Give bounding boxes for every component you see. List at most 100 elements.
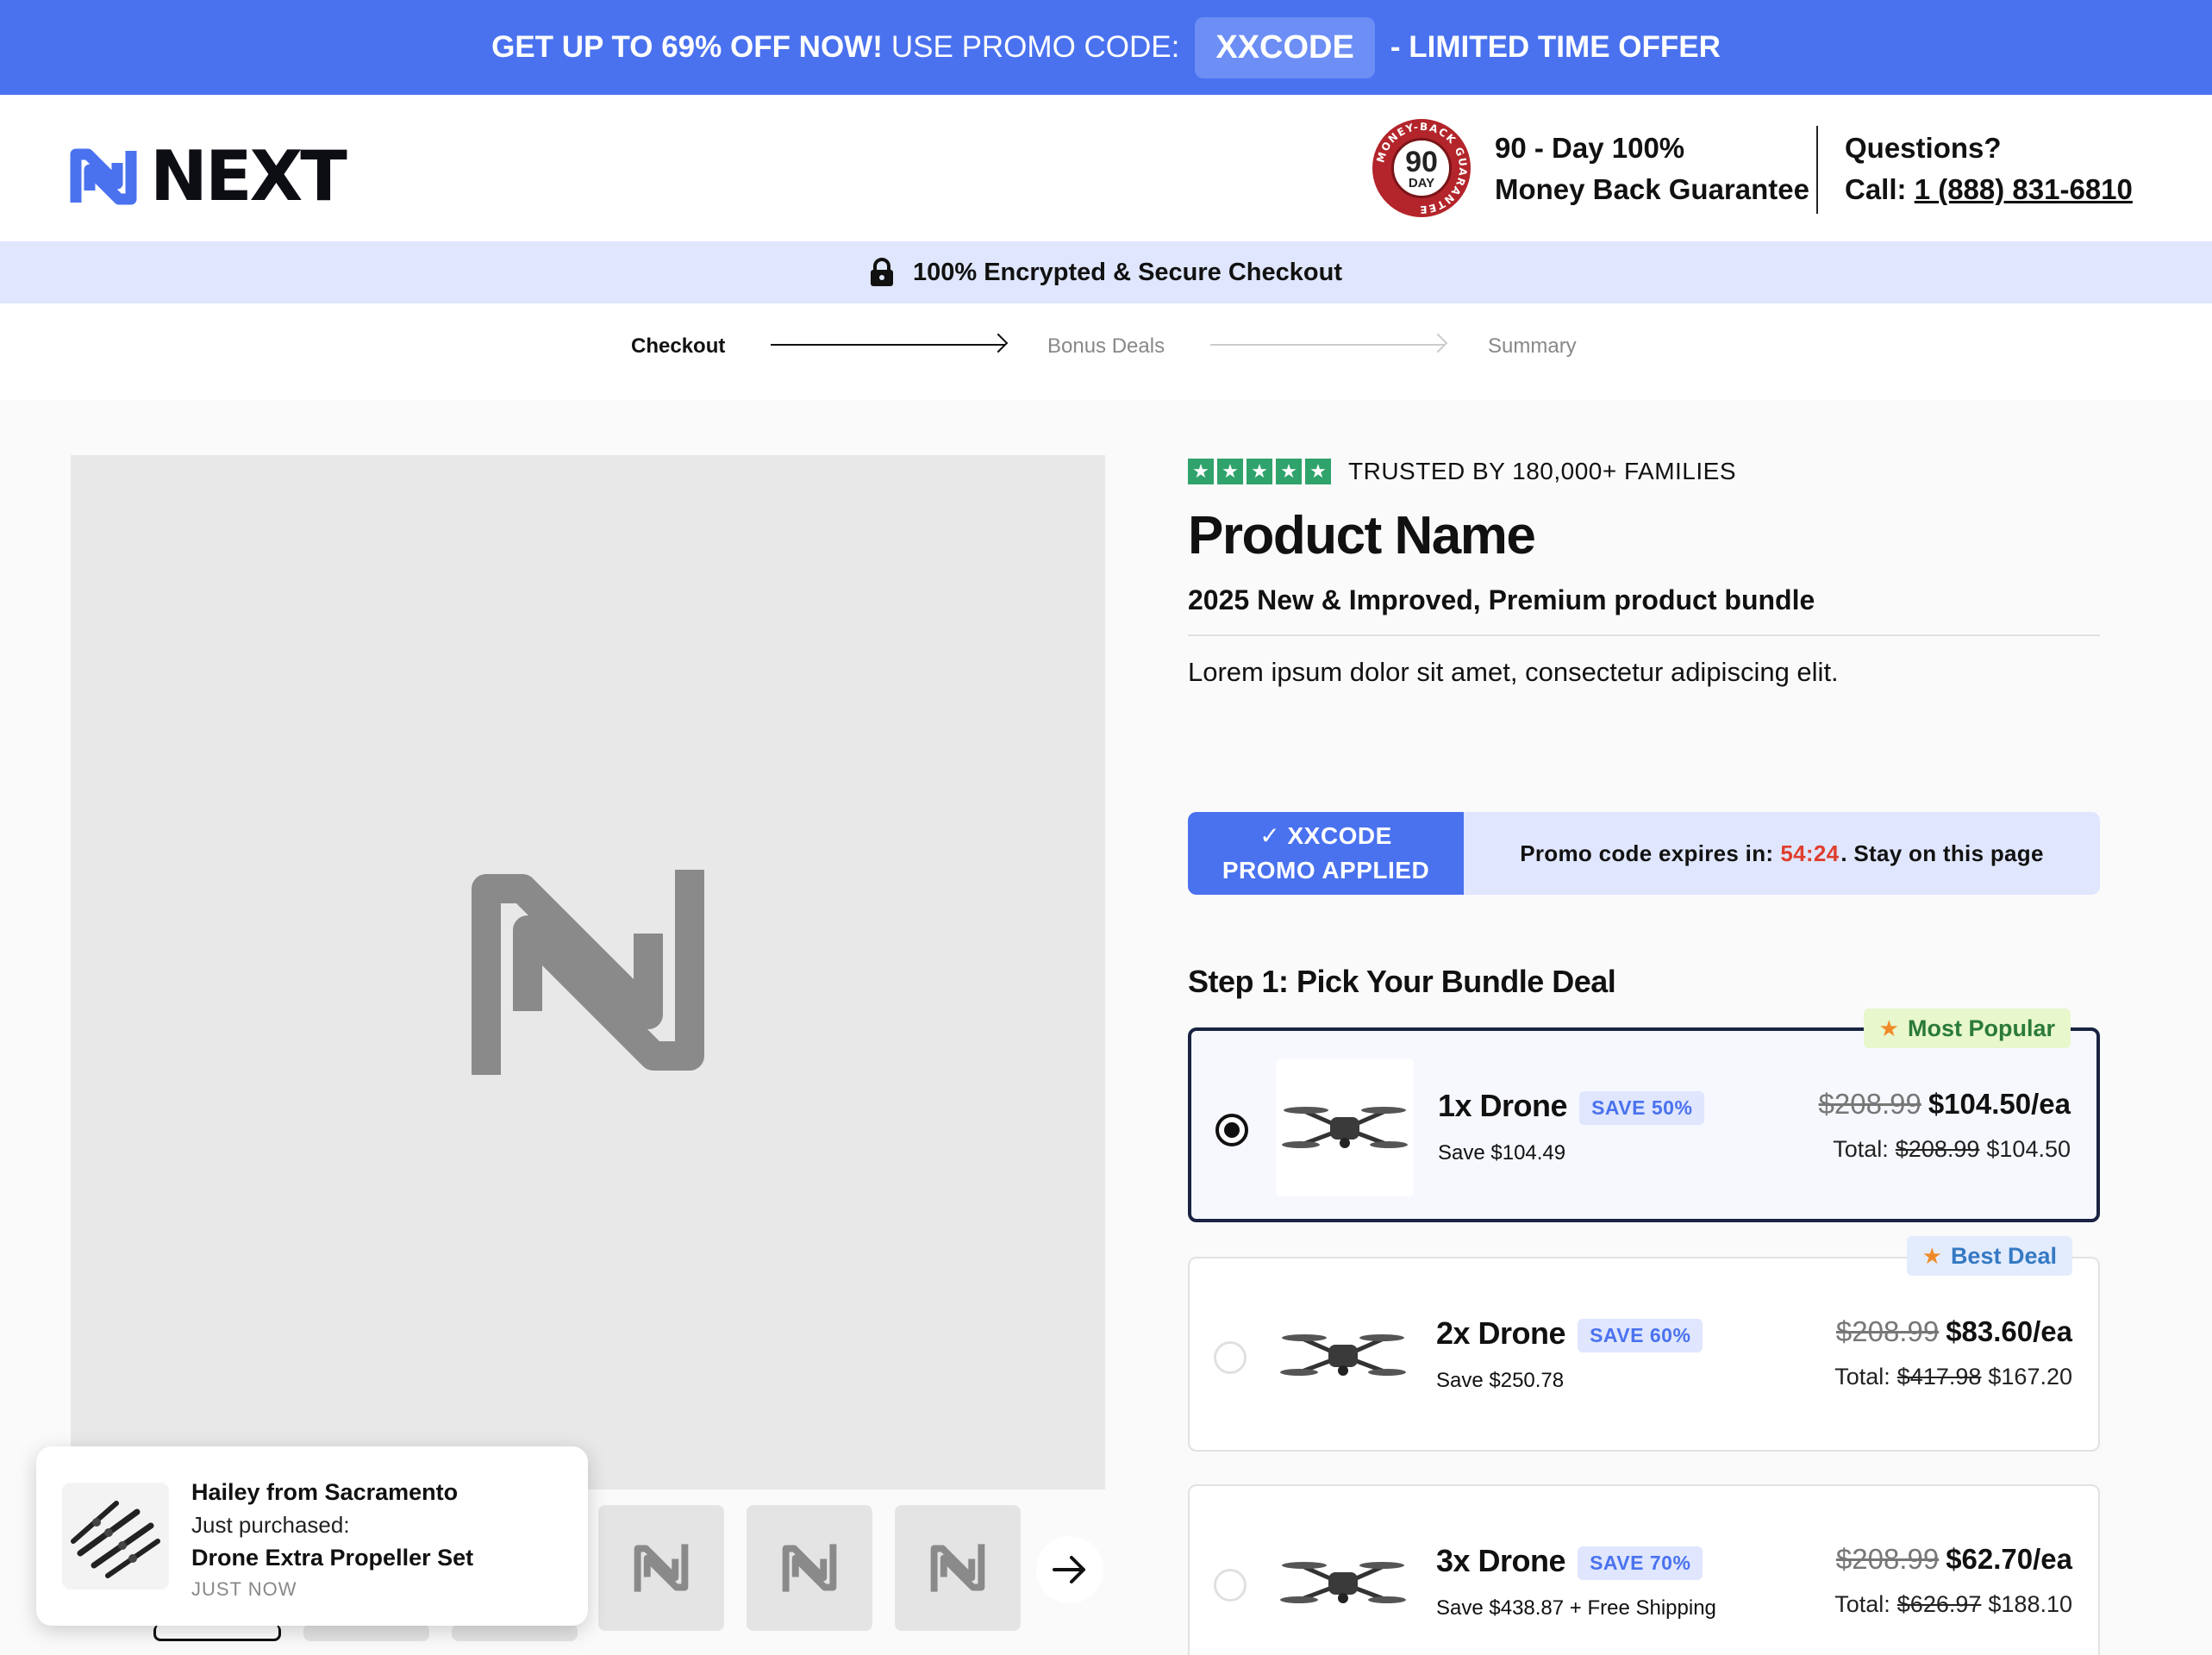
placeholder-logo-icon [472,870,704,1075]
toast-time: JUST NOW [191,1578,297,1600]
save-badge: SAVE 70% [1578,1546,1703,1580]
bundle-savings: Save $104.49 [1438,1141,1566,1165]
secure-text: 100% Encrypted & Secure Checkout [912,258,1342,286]
promo-applied-code: ✓ XXCODE [1259,822,1392,849]
drone-icon [1280,1562,1406,1603]
drone-icon [1280,1334,1406,1376]
seal-ring-text: MONEY-BACK GUARANTEE [1374,121,1469,215]
step-arrow-1 [771,344,1005,346]
promo-applied-badge: ✓ XXCODE PROMO APPLIED [1188,812,1464,895]
phone-link[interactable]: 1 (888) 831-6810 [1915,173,2133,205]
product-tagline: 2025 New & Improved, Premium product bun… [1188,581,2100,636]
call-label: Call: [1845,173,1907,205]
rating-stars: ★ ★ ★ ★ ★ [1188,459,1331,484]
logo-text: NEXT [150,136,347,216]
brand-logo[interactable]: NEXT [69,136,347,216]
ribbon-label: Most Popular [1907,1015,2055,1041]
product-details: ★ ★ ★ ★ ★ TRUSTED BY 180,000+ FAMILIES P… [1188,455,2100,1655]
logo-mark-icon [70,148,137,204]
step-bonus-deals[interactable]: Bonus Deals [1047,334,1165,359]
lock-icon [870,258,893,286]
old-total: $626.97 [1896,1591,1982,1617]
current-unit-price: $104.50/ea [1928,1088,2071,1120]
bundle-step-title: Step 1: Pick Your Bundle Deal [1188,964,1616,999]
trust-text: TRUSTED BY 180,000+ FAMILIES [1348,458,1737,484]
toast-text: Hailey from Sacramento Just purchased: D… [191,1476,473,1605]
star-icon: ★ [1217,459,1243,484]
thumbnail-5[interactable] [747,1505,872,1631]
total-label: Total: [1834,1591,1890,1617]
guarantee-line-1: 90 - Day 100% [1495,132,1685,164]
bundle-title: 1x Drone SAVE 50% [1438,1088,1705,1125]
thumb-hidden-3[interactable] [452,1624,578,1641]
promo-tail: - LIMITED TIME OFFER [1390,30,1721,64]
step-arrow-2 [1210,344,1445,346]
promo-lead: GET UP TO 69% OFF NOW! [491,30,883,64]
thumbnail-6[interactable] [895,1505,1021,1631]
promo-expires-label: Promo code expires in: [1520,840,1774,866]
placeholder-logo-icon [930,1544,985,1592]
radio-unselected[interactable] [1214,1341,1247,1374]
bundle-total: Total: $208.99 $104.50 [1833,1136,2071,1163]
bundle-title: 3x Drone SAVE 70% [1436,1543,1703,1580]
toast-action: Just purchased: [191,1512,350,1538]
promo-code-chip[interactable]: XXCODE [1195,16,1375,78]
current-unit-price: $62.70/ea [1946,1543,2072,1575]
bundle-option-2[interactable]: ★ Best Deal 2x Drone SAVE 60% Save $250.7… [1188,1236,2100,1452]
thumb-selected[interactable] [153,1624,281,1641]
bundle-total: Total: $417.98 $167.20 [1834,1364,2072,1390]
drone-image [1276,1059,1414,1196]
step-summary[interactable]: Summary [1488,334,1577,359]
radio-selected[interactable] [1215,1114,1248,1146]
star-icon: ★ [1878,1015,1899,1041]
purchase-toast[interactable]: Hailey from Sacramento Just purchased: D… [36,1446,588,1626]
money-back-seal: MONEY-BACK GUARANTEE 90 DAY [1372,119,1471,217]
gallery-next-button[interactable] [1036,1536,1103,1603]
save-badge: SAVE 60% [1578,1318,1703,1352]
header-divider [1816,126,1818,214]
ribbon-best-deal: ★ Best Deal [1906,1236,2072,1276]
promo-use-code-label: USE PROMO CODE: [890,30,1180,64]
promo-expiry-suffix: . Stay on this page [1840,840,2044,866]
product-title: Product Name [1188,506,1536,565]
thumbnail-4[interactable] [598,1505,724,1631]
bundle-savings: Save $250.78 [1436,1369,1565,1392]
ribbon-label: Best Deal [1950,1242,2057,1269]
drone-icon [1282,1107,1408,1148]
drone-image [1274,1286,1412,1424]
trust-row: ★ ★ ★ ★ ★ TRUSTED BY 180,000+ FAMILIES [1188,455,2100,488]
ribbon-most-popular: ★ Most Popular [1863,1009,2071,1048]
thumb-hidden-2[interactable] [303,1624,429,1641]
current-total: $188.10 [1988,1591,2072,1617]
old-total: $417.98 [1896,1364,1982,1390]
star-icon: ★ [1188,459,1214,484]
old-unit-price: $208.99 [1818,1088,1921,1120]
placeholder-logo-icon [634,1544,689,1592]
old-total: $208.99 [1895,1136,1980,1162]
secure-checkout-bar: 100% Encrypted & Secure Checkout [0,241,2212,303]
toast-product: Drone Extra Propeller Set [191,1545,474,1571]
bundle-option-3[interactable]: 3x Drone SAVE 70% Save $438.87 + Free Shi… [1188,1484,2100,1655]
guarantee-text: 90 - Day 100% Money Back Guarantee [1495,128,1809,210]
product-description: Lorem ipsum dolor sit amet, consectetur … [1188,657,1839,687]
unit-price: $208.99 $104.50/ea [1819,1088,2071,1121]
bundle-option-1[interactable]: ★ Most Popular 1x Drone SAVE 50% Save $10… [1188,1009,2100,1222]
unit-price: $208.99 $62.70/ea [1836,1543,2072,1576]
drone-image [1274,1514,1412,1652]
call-line: Call: 1 (888) 831-6810 [1845,169,2133,210]
promo-applied-label: PROMO APPLIED [1222,857,1430,884]
step-checkout[interactable]: Checkout [631,334,725,359]
toast-product-image [62,1483,169,1589]
old-unit-price: $208.99 [1835,1543,1940,1575]
promo-banner: GET UP TO 69% OFF NOW! USE PROMO CODE: X… [0,0,2212,95]
bundle-title: 2x Drone SAVE 60% [1436,1315,1703,1352]
questions-label: Questions? [1845,132,2002,164]
product-main-image[interactable] [71,455,1105,1490]
total-label: Total: [1833,1136,1889,1162]
radio-unselected[interactable] [1214,1569,1247,1602]
toast-customer: Hailey from Sacramento [191,1479,459,1505]
svg-text:MONEY-BACK GUARANTEE: MONEY-BACK GUARANTEE [1374,121,1469,215]
star-icon: ★ [1305,459,1331,484]
bundle-savings: Save $438.87 + Free Shipping [1436,1596,1716,1620]
current-total: $104.50 [1986,1136,2071,1162]
